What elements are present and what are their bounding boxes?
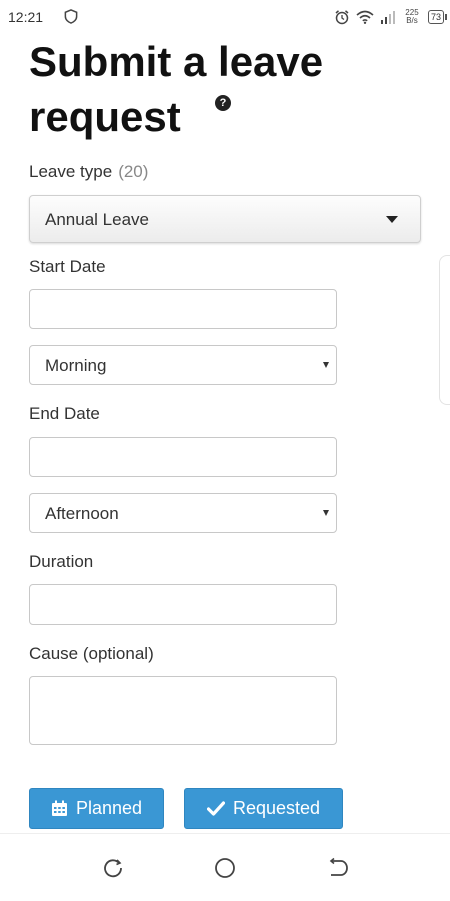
alarm-clock-icon bbox=[335, 10, 349, 25]
start-period-value: Morning bbox=[45, 356, 107, 375]
cause-textarea[interactable] bbox=[29, 676, 337, 745]
requested-button[interactable]: Requested bbox=[184, 788, 343, 829]
check-icon bbox=[206, 801, 225, 816]
start-date-input[interactable] bbox=[29, 289, 337, 329]
network-speed: 225 B/s bbox=[402, 9, 422, 25]
caret-down-icon bbox=[323, 362, 329, 368]
end-date-label: End Date bbox=[29, 404, 100, 423]
wifi-icon bbox=[356, 10, 374, 24]
leave-type-select[interactable]: Annual Leave bbox=[29, 195, 421, 243]
status-time: 12:21 bbox=[8, 9, 44, 25]
cause-label: Cause (optional) bbox=[29, 644, 154, 663]
back-icon[interactable] bbox=[327, 857, 349, 879]
start-period-select[interactable]: Morning bbox=[29, 345, 337, 385]
status-bar: 12:21 225 B/s 73 bbox=[0, 0, 450, 34]
leave-type-count: (20) bbox=[118, 162, 149, 181]
navigation-bar bbox=[0, 833, 450, 901]
end-period-value: Afternoon bbox=[45, 504, 119, 523]
help-icon[interactable]: ? bbox=[215, 95, 231, 111]
end-date-input[interactable] bbox=[29, 437, 337, 477]
start-date-label: Start Date bbox=[29, 257, 106, 276]
duration-input[interactable] bbox=[29, 584, 337, 625]
leave-type-label: Leave type (20) bbox=[29, 162, 148, 182]
planned-button[interactable]: Planned bbox=[29, 788, 164, 829]
network-speed-unit: B/s bbox=[406, 16, 418, 25]
home-icon[interactable] bbox=[214, 857, 236, 879]
battery-icon: 73 bbox=[427, 10, 448, 24]
caret-down-icon bbox=[323, 510, 329, 516]
signal-icon bbox=[380, 10, 395, 24]
duration-label: Duration bbox=[29, 552, 94, 571]
shield-icon bbox=[64, 9, 78, 24]
caret-down-icon bbox=[386, 216, 398, 223]
planned-button-label: Planned bbox=[75, 798, 143, 818]
side-panel-handle[interactable] bbox=[439, 255, 450, 405]
leave-type-value: Annual Leave bbox=[45, 210, 149, 229]
recent-apps-icon[interactable] bbox=[102, 857, 124, 879]
requested-button-label: Requested bbox=[232, 798, 321, 818]
status-icons: 225 B/s 73 bbox=[334, 7, 448, 27]
calendar-icon bbox=[51, 800, 67, 816]
end-period-select[interactable]: Afternoon bbox=[29, 493, 337, 533]
page-title: Submit a leave request bbox=[29, 38, 324, 140]
leave-type-label-text: Leave type bbox=[29, 162, 113, 181]
